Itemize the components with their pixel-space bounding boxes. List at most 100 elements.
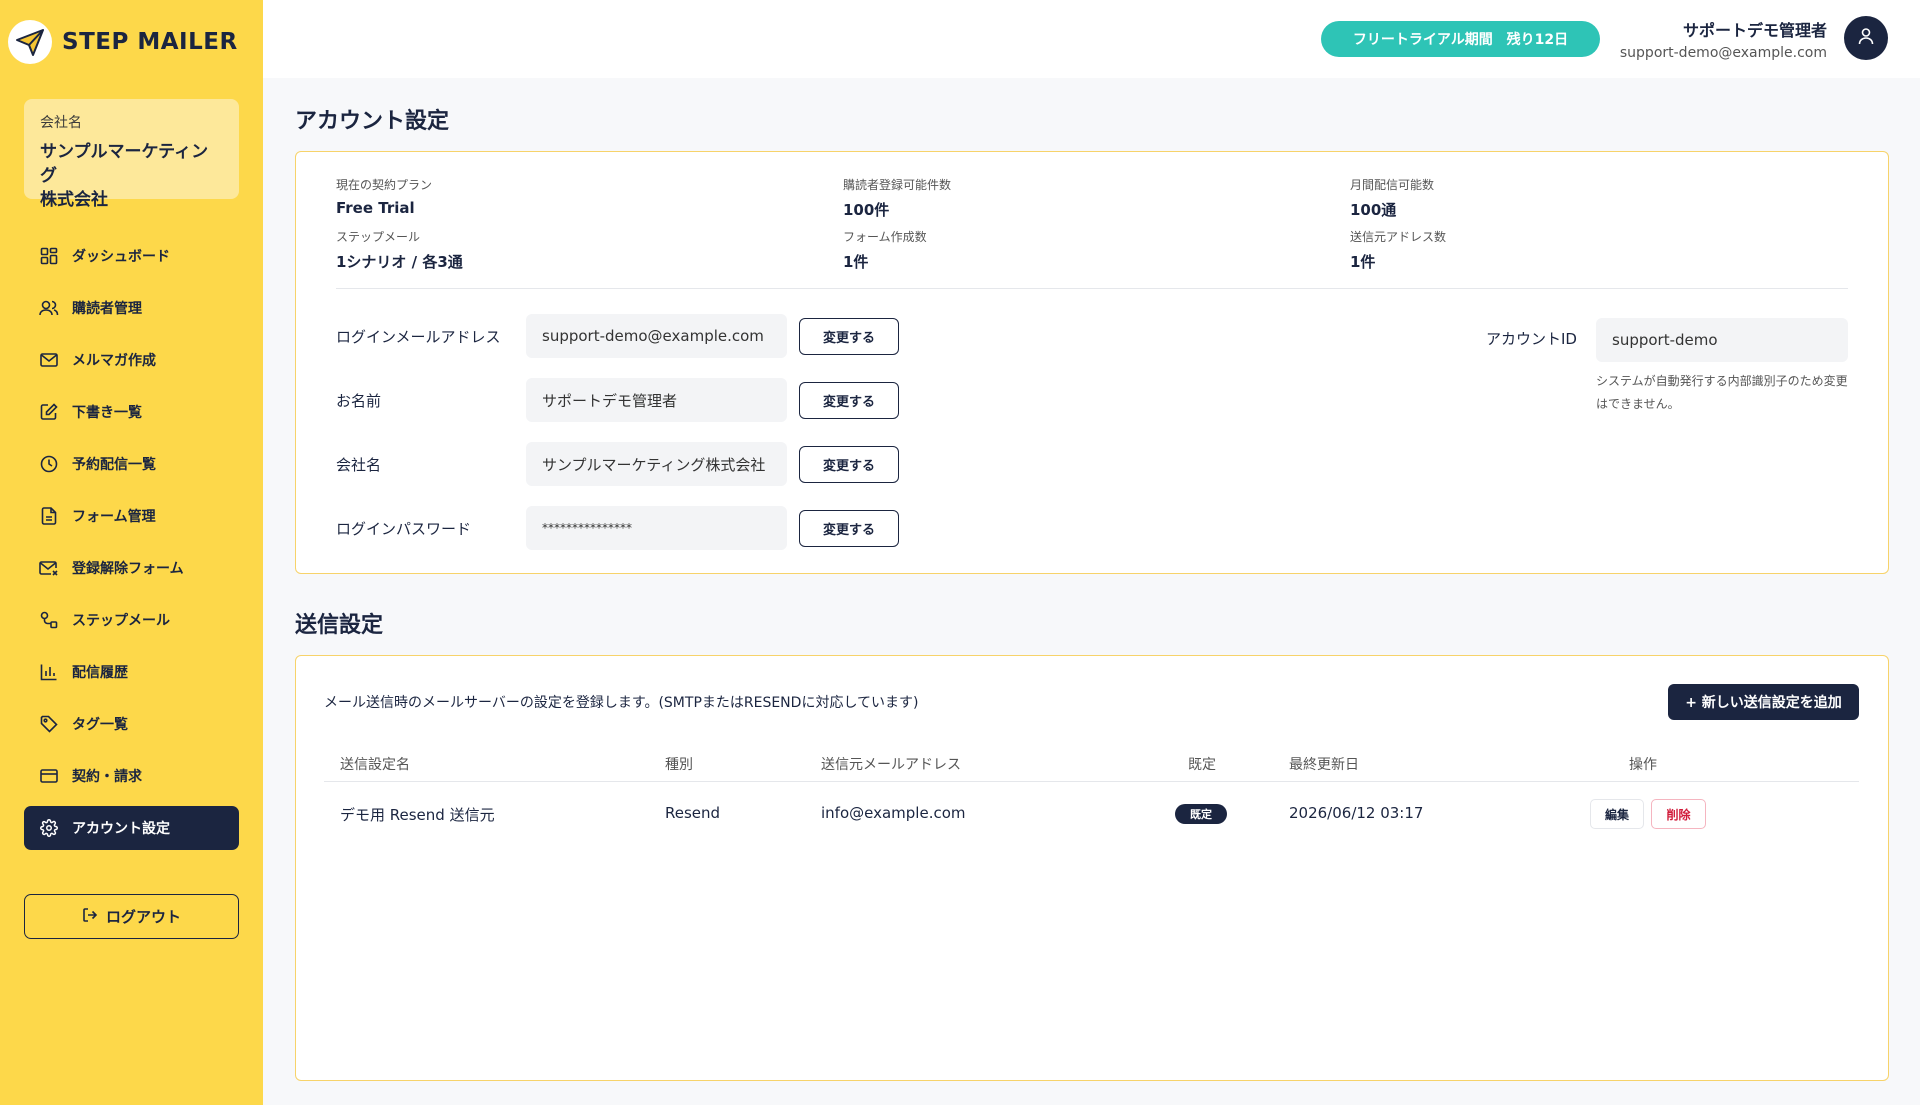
sidebar-item-dashboard[interactable]: ダッシュボード [24,234,239,278]
trial-badge: フリートライアル期間 残り12日 [1321,21,1600,57]
clock-icon [39,454,59,474]
login-email-value: support-demo@example.com [526,314,787,358]
logo[interactable]: STEP MAILER [8,18,238,66]
avatar[interactable] [1844,16,1888,60]
logout-label: ログアウト [105,908,181,926]
sending-settings-card: メール送信時のメールサーバーの設定を登録します。(SMTPまたはRESENDに対… [295,655,1889,1081]
sidebar-item-label: 予約配信一覧 [72,457,156,473]
sidebar-item-drafts[interactable]: 下書き一覧 [24,390,239,434]
sidebar-item-billing[interactable]: 契約・請求 [24,754,239,798]
plan-value: 100件 [843,201,890,219]
gear-icon [39,818,59,838]
sidebar-item-label: 配信履歴 [72,665,128,681]
user-email: support-demo@example.com [1619,45,1827,61]
logout-button[interactable]: ログアウト [24,894,239,939]
sidebar-item-history[interactable]: 配信履歴 [24,650,239,694]
sidebar-item-label: フォーム管理 [72,509,156,525]
field-label: お名前 [336,391,382,410]
sidebar-item-tags[interactable]: タグ一覧 [24,702,239,746]
company-name-line2: 株式会社 [40,190,108,210]
plan-value: 1件 [843,253,869,271]
sidebar-item-label: メルマガ作成 [72,353,156,369]
credit-card-icon [39,766,59,786]
plan-value: 100通 [1350,201,1397,219]
password-value: *************** [526,506,787,550]
plan-label: 現在の契約プラン [336,178,433,192]
plan-label: 送信元アドレス数 [1350,230,1447,244]
add-sender-button[interactable]: + 新しい送信設定を追加 [1668,684,1859,720]
field-password: ログインパスワード *************** 変更する [336,506,899,550]
name-value: サポートデモ管理者 [526,378,787,422]
sidebar-item-subscribers[interactable]: 購読者管理 [24,286,239,330]
sidebar-nav: ダッシュボード 購読者管理 メルマガ作成 下書き一覧 予約配信一覧 フォーム管理… [24,234,239,858]
field-label: 会社名 [336,455,382,474]
sending-settings-title: 送信設定 [295,613,384,638]
dashboard-icon [39,246,59,266]
change-name-button[interactable]: 変更する [799,381,899,419]
mail-icon [39,350,59,370]
sender-type: Resend [665,804,721,822]
change-company-button[interactable]: 変更する [799,445,899,483]
plan-label: ステップメール [336,230,421,244]
plan-sender-count: 送信元アドレス数 1件 [1350,228,1850,272]
draft-icon [39,402,59,422]
column-header-name: 送信設定名 [340,757,410,773]
change-password-button[interactable]: 変更する [799,509,899,547]
plan-label: 購読者登録可能件数 [843,178,952,192]
brand-name: STEP MAILER [62,29,238,55]
account-settings-title: アカウント設定 [295,109,450,134]
sidebar: STEP MAILER 会社名 サンプルマーケティング 株式会社 ダッシュボード… [0,0,263,1105]
company-label: 会社名 [40,115,82,131]
account-id-value: support-demo [1596,318,1848,362]
sidebar-item-scheduled[interactable]: 予約配信一覧 [24,442,239,486]
column-header-type: 種別 [665,757,693,773]
sidebar-item-label: 下書き一覧 [72,405,142,421]
field-label: ログインパスワード [336,519,472,538]
top-header: フリートライアル期間 残り12日 サポートデモ管理者 support-demo@… [263,0,1920,78]
sidebar-item-forms[interactable]: フォーム管理 [24,494,239,538]
table-row: デモ用 Resend 送信元 Resend info@example.com 既… [324,782,1859,846]
sidebar-item-label: タグ一覧 [72,717,128,733]
plan-value: 1件 [1350,253,1376,271]
plan-monthly-limit: 月間配信可能数 100通 [1350,176,1850,220]
sender-from: info@example.com [821,804,966,822]
sidebar-item-label: ダッシュボード [72,249,170,265]
sidebar-item-step-mail[interactable]: ステップメール [24,598,239,642]
user-info: サポートデモ管理者 support-demo@example.com [1620,17,1827,61]
company-box: 会社名 サンプルマーケティング 株式会社 [24,99,239,210]
plan-value: 1シナリオ / 各3通 [336,253,463,271]
sending-description: メール送信時のメールサーバーの設定を登録します。(SMTPまたはRESENDに対… [324,695,919,711]
sender-updated: 2026/06/12 03:17 [1289,804,1424,822]
document-icon [39,506,59,526]
plan-form-count: フォーム作成数 1件 [843,228,1343,272]
account-id-note: システムが自動発行する内部識別子のため変更はできません。 [1596,374,1848,411]
steps-icon [39,610,59,630]
sidebar-item-unsubscribe-form[interactable]: 登録解除フォーム [24,546,239,590]
plan-current: 現在の契約プラン Free Trial [336,176,836,217]
sidebar-item-label: 契約・請求 [72,769,142,785]
paper-plane-icon [8,20,52,64]
change-email-button[interactable]: 変更する [799,317,899,355]
edit-button[interactable]: 編集 [1590,799,1644,829]
account-id-label: アカウントID [1486,330,1577,348]
logout-icon [82,907,106,927]
company-value: サンプルマーケティング株式会社 [526,442,787,486]
plan-step-mail: ステップメール 1シナリオ / 各3通 [336,228,836,272]
account-settings-card: 現在の契約プラン Free Trial 購読者登録可能件数 100件 月間配信可… [295,151,1889,574]
mail-x-icon [39,558,59,578]
sidebar-item-label: ステップメール [72,613,170,629]
sender-name: デモ用 Resend 送信元 [340,806,495,824]
user-name: サポートデモ管理者 [1682,21,1827,40]
sidebar-item-newsletter[interactable]: メルマガ作成 [24,338,239,382]
sidebar-item-account-settings[interactable]: アカウント設定 [24,806,239,850]
company-name: サンプルマーケティング 株式会社 [40,140,223,212]
delete-button[interactable]: 削除 [1651,799,1706,829]
company-name-line1: サンプルマーケティング [40,142,209,186]
field-login-email: ログインメールアドレス support-demo@example.com 変更す… [336,314,899,358]
users-icon [39,298,59,318]
column-header-actions: 操作 [1629,757,1657,773]
field-name: お名前 サポートデモ管理者 変更する [336,378,899,422]
field-label: ログインメールアドレス [336,327,501,346]
sender-table: 送信設定名 種別 送信元メールアドレス 既定 最終更新日 操作 デモ用 Rese… [324,746,1859,846]
default-badge: 既定 [1175,804,1227,824]
